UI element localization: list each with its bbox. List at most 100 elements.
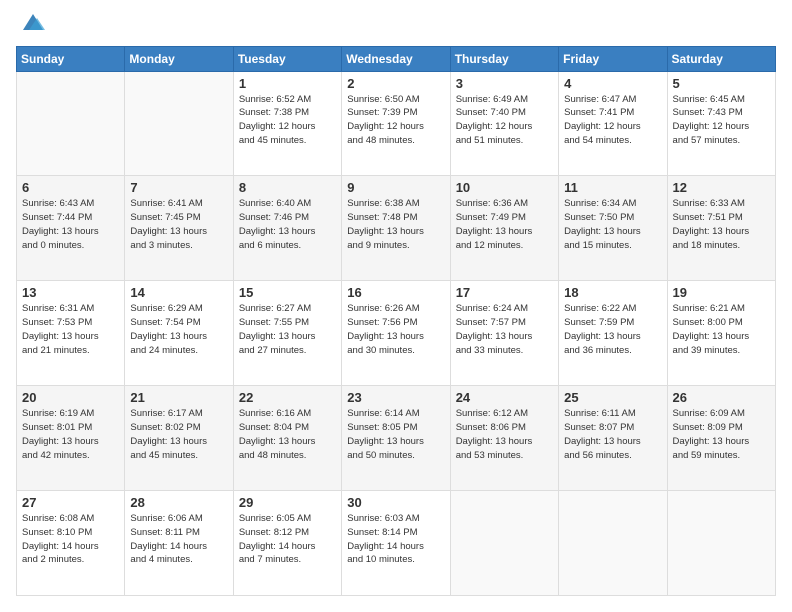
day-info: Sunrise: 6:09 AM Sunset: 8:09 PM Dayligh… xyxy=(673,407,770,462)
day-number: 14 xyxy=(130,285,227,300)
day-cell-25: 25 Sunrise: 6:11 AM Sunset: 8:07 PM Dayli… xyxy=(559,386,667,491)
weekday-friday: Friday xyxy=(559,46,667,71)
day-cell-14: 14 Sunrise: 6:29 AM Sunset: 7:54 PM Dayli… xyxy=(125,281,233,386)
day-info: Sunrise: 6:19 AM Sunset: 8:01 PM Dayligh… xyxy=(22,407,119,462)
day-number: 4 xyxy=(564,76,661,91)
day-cell-24: 24Sunrise: 6:12 AM Sunset: 8:06 PM Dayli… xyxy=(450,386,558,491)
weekday-sunday: Sunday xyxy=(17,46,125,71)
day-number: 27 xyxy=(22,495,119,510)
day-info: Sunrise: 6:50 AM Sunset: 7:39 PM Dayligh… xyxy=(347,93,444,148)
day-number: 15 xyxy=(239,285,336,300)
day-number: 8 xyxy=(239,180,336,195)
day-info: Sunrise: 6:34 AM Sunset: 7:50 PM Dayligh… xyxy=(564,197,661,252)
day-cell-27: 27 Sunrise: 6:08 AM Sunset: 8:10 PM Dayli… xyxy=(17,491,125,596)
day-cell-30: 30 Sunrise: 6:03 AM Sunset: 8:14 PM Dayli… xyxy=(342,491,450,596)
day-info: Sunrise: 6:11 AM Sunset: 8:07 PM Dayligh… xyxy=(564,407,661,462)
day-info: Sunrise: 6:03 AM Sunset: 8:14 PM Dayligh… xyxy=(347,512,444,567)
day-info: Sunrise: 6:12 AM Sunset: 8:06 PM Dayligh… xyxy=(456,407,553,462)
day-cell-23: 23 Sunrise: 6:14 AM Sunset: 8:05 PM Dayli… xyxy=(342,386,450,491)
day-number: 18 xyxy=(564,285,661,300)
day-cell-12: 12Sunrise: 6:33 AM Sunset: 7:51 PM Dayli… xyxy=(667,176,775,281)
day-number: 10 xyxy=(456,180,553,195)
empty-cell xyxy=(559,491,667,596)
day-info: Sunrise: 6:14 AM Sunset: 8:05 PM Dayligh… xyxy=(347,407,444,462)
week-row-5: 27 Sunrise: 6:08 AM Sunset: 8:10 PM Dayli… xyxy=(17,491,776,596)
day-cell-10: 10 Sunrise: 6:36 AM Sunset: 7:49 PM Dayli… xyxy=(450,176,558,281)
week-row-3: 13 Sunrise: 6:31 AM Sunset: 7:53 PM Dayli… xyxy=(17,281,776,386)
day-info: Sunrise: 6:33 AM Sunset: 7:51 PM Dayligh… xyxy=(673,197,770,252)
week-row-4: 20 Sunrise: 6:19 AM Sunset: 8:01 PM Dayli… xyxy=(17,386,776,491)
day-info: Sunrise: 6:43 AM Sunset: 7:44 PM Dayligh… xyxy=(22,197,119,252)
day-number: 1 xyxy=(239,76,336,91)
weekday-monday: Monday xyxy=(125,46,233,71)
day-cell-19: 19Sunrise: 6:21 AM Sunset: 8:00 PM Dayli… xyxy=(667,281,775,386)
day-cell-5: 5 Sunrise: 6:45 AM Sunset: 7:43 PM Daylig… xyxy=(667,71,775,176)
day-cell-4: 4 Sunrise: 6:47 AM Sunset: 7:41 PM Daylig… xyxy=(559,71,667,176)
day-info: Sunrise: 6:29 AM Sunset: 7:54 PM Dayligh… xyxy=(130,302,227,357)
weekday-tuesday: Tuesday xyxy=(233,46,341,71)
day-number: 16 xyxy=(347,285,444,300)
day-cell-22: 22 Sunrise: 6:16 AM Sunset: 8:04 PM Dayli… xyxy=(233,386,341,491)
day-number: 23 xyxy=(347,390,444,405)
day-info: Sunrise: 6:45 AM Sunset: 7:43 PM Dayligh… xyxy=(673,93,770,148)
day-number: 28 xyxy=(130,495,227,510)
day-info: Sunrise: 6:06 AM Sunset: 8:11 PM Dayligh… xyxy=(130,512,227,567)
day-number: 7 xyxy=(130,180,227,195)
day-info: Sunrise: 6:24 AM Sunset: 7:57 PM Dayligh… xyxy=(456,302,553,357)
day-cell-16: 16 Sunrise: 6:26 AM Sunset: 7:56 PM Dayli… xyxy=(342,281,450,386)
weekday-thursday: Thursday xyxy=(450,46,558,71)
weekday-header-row: SundayMondayTuesdayWednesdayThursdayFrid… xyxy=(17,46,776,71)
empty-cell xyxy=(450,491,558,596)
day-info: Sunrise: 6:08 AM Sunset: 8:10 PM Dayligh… xyxy=(22,512,119,567)
day-cell-28: 28 Sunrise: 6:06 AM Sunset: 8:11 PM Dayli… xyxy=(125,491,233,596)
header xyxy=(16,16,776,36)
day-info: Sunrise: 6:38 AM Sunset: 7:48 PM Dayligh… xyxy=(347,197,444,252)
day-number: 6 xyxy=(22,180,119,195)
day-cell-3: 3Sunrise: 6:49 AM Sunset: 7:40 PM Daylig… xyxy=(450,71,558,176)
empty-cell xyxy=(17,71,125,176)
day-number: 9 xyxy=(347,180,444,195)
day-cell-13: 13 Sunrise: 6:31 AM Sunset: 7:53 PM Dayli… xyxy=(17,281,125,386)
day-info: Sunrise: 6:52 AM Sunset: 7:38 PM Dayligh… xyxy=(239,93,336,148)
day-info: Sunrise: 6:16 AM Sunset: 8:04 PM Dayligh… xyxy=(239,407,336,462)
day-number: 29 xyxy=(239,495,336,510)
day-cell-15: 15 Sunrise: 6:27 AM Sunset: 7:55 PM Dayli… xyxy=(233,281,341,386)
day-cell-17: 17 Sunrise: 6:24 AM Sunset: 7:57 PM Dayli… xyxy=(450,281,558,386)
day-info: Sunrise: 6:05 AM Sunset: 8:12 PM Dayligh… xyxy=(239,512,336,567)
week-row-2: 6 Sunrise: 6:43 AM Sunset: 7:44 PM Daylig… xyxy=(17,176,776,281)
day-info: Sunrise: 6:31 AM Sunset: 7:53 PM Dayligh… xyxy=(22,302,119,357)
day-info: Sunrise: 6:47 AM Sunset: 7:41 PM Dayligh… xyxy=(564,93,661,148)
day-number: 25 xyxy=(564,390,661,405)
day-number: 30 xyxy=(347,495,444,510)
day-cell-20: 20 Sunrise: 6:19 AM Sunset: 8:01 PM Dayli… xyxy=(17,386,125,491)
day-cell-7: 7 Sunrise: 6:41 AM Sunset: 7:45 PM Daylig… xyxy=(125,176,233,281)
day-info: Sunrise: 6:27 AM Sunset: 7:55 PM Dayligh… xyxy=(239,302,336,357)
empty-cell xyxy=(125,71,233,176)
day-cell-6: 6 Sunrise: 6:43 AM Sunset: 7:44 PM Daylig… xyxy=(17,176,125,281)
day-number: 13 xyxy=(22,285,119,300)
day-number: 5 xyxy=(673,76,770,91)
day-number: 21 xyxy=(130,390,227,405)
empty-cell xyxy=(667,491,775,596)
day-number: 22 xyxy=(239,390,336,405)
day-number: 11 xyxy=(564,180,661,195)
day-info: Sunrise: 6:41 AM Sunset: 7:45 PM Dayligh… xyxy=(130,197,227,252)
day-cell-11: 11 Sunrise: 6:34 AM Sunset: 7:50 PM Dayli… xyxy=(559,176,667,281)
day-info: Sunrise: 6:21 AM Sunset: 8:00 PM Dayligh… xyxy=(673,302,770,357)
day-cell-2: 2 Sunrise: 6:50 AM Sunset: 7:39 PM Daylig… xyxy=(342,71,450,176)
day-info: Sunrise: 6:36 AM Sunset: 7:49 PM Dayligh… xyxy=(456,197,553,252)
weekday-saturday: Saturday xyxy=(667,46,775,71)
week-row-1: 1 Sunrise: 6:52 AM Sunset: 7:38 PM Daylig… xyxy=(17,71,776,176)
weekday-wednesday: Wednesday xyxy=(342,46,450,71)
day-number: 26 xyxy=(673,390,770,405)
day-cell-9: 9 Sunrise: 6:38 AM Sunset: 7:48 PM Daylig… xyxy=(342,176,450,281)
day-number: 20 xyxy=(22,390,119,405)
day-number: 2 xyxy=(347,76,444,91)
day-info: Sunrise: 6:26 AM Sunset: 7:56 PM Dayligh… xyxy=(347,302,444,357)
day-number: 17 xyxy=(456,285,553,300)
day-cell-8: 8Sunrise: 6:40 AM Sunset: 7:46 PM Daylig… xyxy=(233,176,341,281)
calendar-table: SundayMondayTuesdayWednesdayThursdayFrid… xyxy=(16,46,776,596)
day-cell-29: 29 Sunrise: 6:05 AM Sunset: 8:12 PM Dayli… xyxy=(233,491,341,596)
day-cell-21: 21Sunrise: 6:17 AM Sunset: 8:02 PM Dayli… xyxy=(125,386,233,491)
day-cell-26: 26 Sunrise: 6:09 AM Sunset: 8:09 PM Dayli… xyxy=(667,386,775,491)
